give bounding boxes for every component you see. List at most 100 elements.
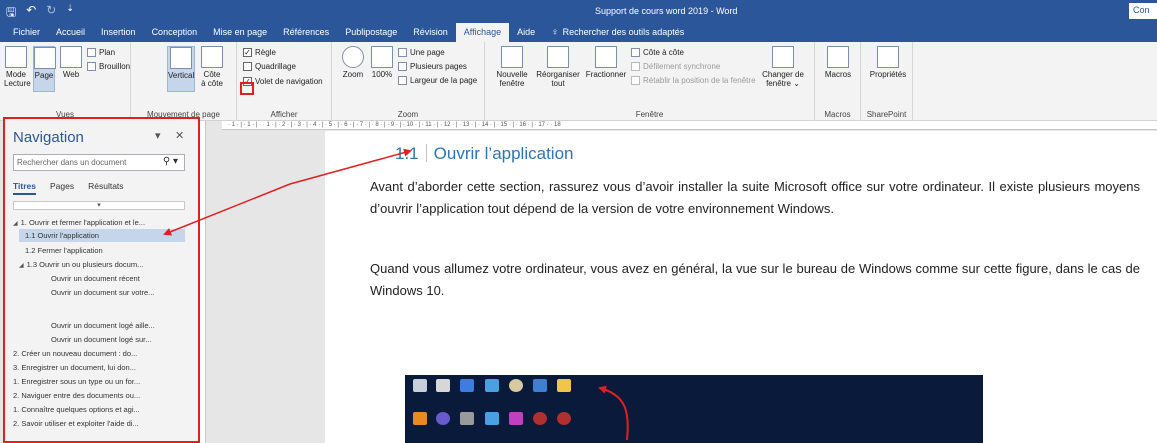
draft-icon [87, 62, 96, 71]
zoom-100-button[interactable]: 100% [370, 46, 394, 79]
tab-resultats[interactable]: Résultats [88, 181, 123, 195]
undo-icon[interactable]: ↶ [26, 3, 36, 24]
nav-heading-item[interactable]: 1. Connaître quelques options et agi... [13, 403, 140, 416]
close-icon[interactable]: ✕ [175, 129, 184, 142]
fractionner-label: Fractionner [585, 70, 627, 79]
tab-references[interactable]: Références [275, 23, 337, 42]
vertical-icon [170, 47, 192, 69]
largeur-page-button[interactable]: Largeur de la page [398, 76, 477, 85]
largeur-label: Largeur de la page [410, 76, 478, 85]
nav-heading-item[interactable]: 3. Enregistrer un document, lui don... [13, 361, 136, 374]
tab-fichier[interactable]: Fichier [5, 23, 48, 42]
page-view-button[interactable]: Page [33, 46, 56, 92]
properties-icon [877, 46, 899, 68]
desktop-icon [509, 379, 523, 392]
nav-item-label: 1. Enregistrer sous un type ou un for... [13, 377, 141, 386]
plusieurs-pages-button[interactable]: Plusieurs pages [398, 62, 467, 71]
cote-a-cote-button[interactable]: Côte à côte [631, 48, 684, 57]
zoom-button[interactable]: Zoom [340, 46, 366, 79]
heading-1-1: 1.1 Ouvrir l’application [395, 144, 573, 164]
fractionner-button[interactable]: Fractionner [583, 46, 629, 79]
plusieurs-label: Plusieurs pages [410, 62, 467, 71]
quadrillage-check [243, 62, 252, 71]
nav-heading-item[interactable]: ◢ 1. Ouvrir et fermer l'application et le… [13, 216, 185, 229]
page-width-icon [398, 76, 407, 85]
tab-titres[interactable]: Titres [13, 181, 36, 195]
page-icon [34, 47, 56, 69]
proprietes-button[interactable]: Propriétés [867, 46, 909, 79]
pane-options-icon[interactable]: ▾ [155, 129, 161, 142]
tab-conception[interactable]: Conception [144, 23, 206, 42]
nav-heading-item-selected[interactable]: 1.1 Ouvrir l'application [19, 229, 185, 242]
zoom-label: Zoom [342, 70, 364, 79]
collapse-triangle-icon: ◢ [13, 221, 18, 227]
group-sharepoint: Propriétés SharePoint [861, 42, 913, 121]
reorganiser-label: Réorganiser tout [536, 70, 580, 88]
tab-revision[interactable]: Révision [405, 23, 456, 42]
nav-heading-item[interactable]: 1. Enregistrer sous un type ou un for... [13, 375, 140, 388]
macros-button[interactable]: Macros [823, 46, 853, 79]
group-label-zoom: Zoom [397, 110, 419, 119]
tab-affichage[interactable]: Affichage [455, 23, 510, 42]
nav-heading-item[interactable]: 2. Savoir utiliser et exploiter l'aide d… [13, 417, 139, 430]
nav-item-label: 3. Enregistrer un document, lui don... [13, 363, 136, 372]
desktop-icon [533, 412, 547, 425]
tell-me-box[interactable]: ♀ Rechercher des outils adaptés [543, 23, 692, 42]
magnifier-icon [342, 46, 364, 68]
nav-heading-item[interactable]: ◢ 1.3 Ouvrir un ou plusieurs docum... [19, 258, 143, 271]
regle-checkbox[interactable]: ✓ Règle [243, 48, 276, 57]
paragraph-1: Avant d’aborder cette section, rassurez … [370, 179, 1140, 216]
web-view-button[interactable]: Web [60, 46, 82, 79]
group-macros: Macros Macros [815, 42, 861, 121]
tab-insertion[interactable]: Insertion [93, 23, 144, 42]
document-page[interactable]: 1.1 Ouvrir l’application Avant d’aborder … [325, 131, 1157, 443]
brouillon-button[interactable]: Brouillon [87, 62, 130, 71]
desktop-icon [557, 379, 571, 392]
plan-button[interactable]: Plan [87, 48, 115, 57]
volet-label: Volet de navigation [255, 77, 323, 86]
nav-heading-item[interactable]: Ouvrir un document récent [51, 272, 140, 285]
split-icon [595, 46, 617, 68]
desktop-icon [557, 412, 571, 425]
tab-aide[interactable]: Aide [509, 23, 543, 42]
search-input[interactable]: Rechercher dans un document ⚲ ▾ [13, 154, 185, 171]
customize-chevron-icon[interactable]: ⇣ [66, 3, 74, 24]
side-by-side-icon [201, 46, 223, 68]
sign-in-button[interactable]: Con [1129, 3, 1157, 19]
side-by-side-small-icon [631, 48, 640, 57]
nav-heading-item[interactable]: Ouvrir un document logé sur... [51, 333, 151, 346]
save-icon[interactable]: 🖫 [6, 3, 16, 24]
mode-lecture-label: Mode Lecture [4, 70, 31, 88]
nav-heading-item[interactable]: 2. Créer un nouveau document : do... [13, 347, 137, 360]
changer-fenetre-button[interactable]: Changer de fenêtre ⌄ [759, 46, 807, 88]
collapse-all-button[interactable]: ▾ [13, 201, 185, 210]
redo-icon[interactable]: ↻ [46, 3, 56, 24]
nav-heading-item[interactable]: 1.2 Fermer l'application [25, 244, 103, 257]
nouvelle-fenetre-button[interactable]: Nouvelle fenêtre [495, 46, 529, 88]
nav-heading-item[interactable]: Ouvrir un document logé aille... [51, 319, 155, 332]
switch-window-icon [772, 46, 794, 68]
mode-lecture-button[interactable]: Mode Lecture [4, 46, 31, 88]
nav-item-label: 1.1 Ouvrir l'application [25, 231, 99, 240]
quadrillage-checkbox[interactable]: Quadrillage [243, 62, 296, 71]
horizontal-ruler[interactable]: · 1 · | · 1 · | · · 1 · | · 2 · | · 3 · … [222, 121, 1157, 130]
cote-a-cote-page-button[interactable]: Côte à côte [199, 46, 225, 88]
group-mouvement: Vertical Côte à côte Mouvement de page [131, 42, 237, 121]
tab-accueil[interactable]: Accueil [48, 23, 93, 42]
nav-heading-item[interactable]: Ouvrir un document sur votre... [51, 286, 154, 299]
desktop-icon [533, 379, 547, 392]
tab-publipostage[interactable]: Publipostage [337, 23, 405, 42]
volet-navigation-checkbox[interactable]: ✓ Volet de navigation [243, 77, 323, 86]
une-page-button[interactable]: Une page [398, 48, 445, 57]
changer-label: Changer de fenêtre ⌄ [762, 70, 804, 88]
reorganiser-button[interactable]: Réorganiser tout [535, 46, 581, 88]
desktop-icon [413, 412, 427, 425]
desktop-icon [436, 412, 450, 425]
nav-heading-item[interactable]: 2. Naviguer entre des documents ou... [13, 389, 140, 402]
search-icon[interactable]: ⚲ ▾ [163, 156, 178, 167]
multiple-pages-icon [398, 62, 407, 71]
tab-pages[interactable]: Pages [50, 181, 74, 195]
tab-mise-en-page[interactable]: Mise en page [205, 23, 275, 42]
nav-item-label: 2. Naviguer entre des documents ou... [13, 391, 141, 400]
vertical-button[interactable]: Vertical [167, 46, 195, 92]
